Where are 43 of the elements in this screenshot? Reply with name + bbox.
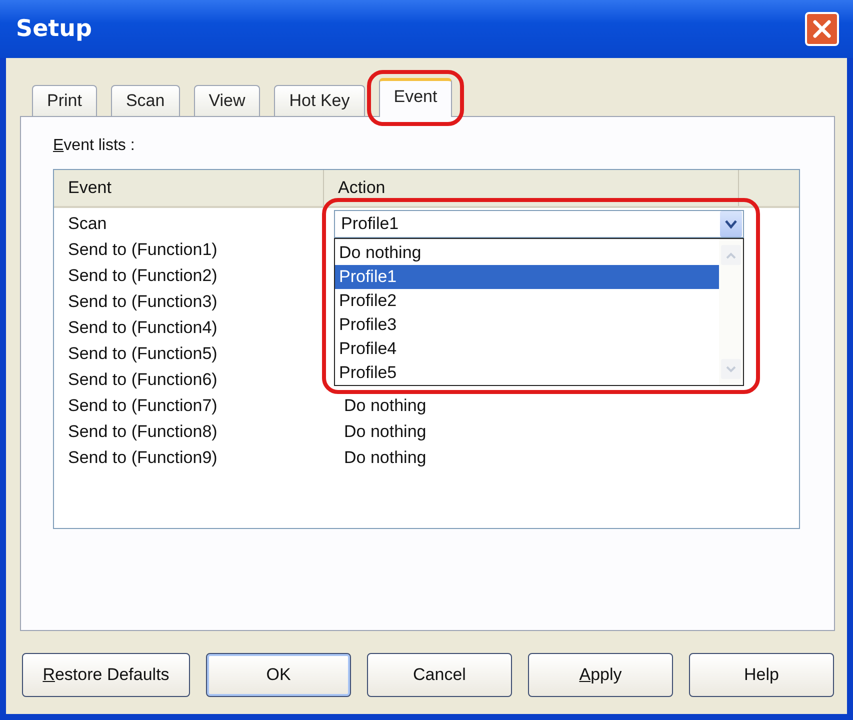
chevron-up-icon [726, 252, 736, 258]
dropdown-option[interactable]: Do nothing [335, 241, 719, 265]
table-cell-text: Send to (Function1) [67, 239, 218, 261]
table-cell-text: Scan [67, 213, 108, 235]
tab[interactable]: Print [32, 85, 97, 116]
dialog-button[interactable]: Restore Defaults [22, 653, 190, 697]
tab[interactable]: Scan [110, 85, 180, 116]
close-icon [811, 18, 833, 40]
table-cell-text: Do nothing [343, 395, 426, 417]
dropdown-option[interactable]: Profile5 [335, 361, 719, 385]
dialog-button[interactable]: OK [206, 653, 351, 697]
action-dropdown[interactable]: Profile1 [334, 210, 744, 238]
group-label: Event lists : [53, 137, 135, 155]
table-cell-text: Do nothing [343, 447, 426, 469]
dialog-button[interactable]: Cancel [367, 653, 512, 697]
close-button[interactable] [805, 12, 839, 46]
window-title: Setup [16, 16, 92, 42]
column-header[interactable]: Event [54, 170, 324, 206]
chevron-down-icon [726, 366, 736, 372]
chevron-icon [725, 220, 737, 228]
scroll-up-button[interactable] [721, 245, 741, 265]
table-cell-text: Send to (Function8) [67, 421, 218, 443]
scrollbar[interactable] [719, 239, 743, 385]
dropdown-option[interactable]: Profile3 [335, 313, 719, 337]
table-cell-text: Send to (Function3) [67, 291, 218, 313]
table-cell-text: Send to (Function9) [67, 447, 218, 469]
tab[interactable]: Event [378, 78, 452, 117]
tab[interactable]: View [194, 85, 260, 116]
table-cell-text: Send to (Function7) [67, 395, 218, 417]
table-cell-text: Send to (Function4) [67, 317, 218, 339]
dropdown-option[interactable]: Profile1 [335, 265, 719, 289]
dropdown-button[interactable] [720, 211, 742, 237]
scroll-down-button[interactable] [721, 359, 741, 379]
dialog-button[interactable]: Help [689, 653, 834, 697]
column-header[interactable]: Action [324, 170, 739, 206]
dropdown-option[interactable]: Profile4 [335, 337, 719, 361]
table-cell-text: Send to (Function6) [67, 369, 218, 391]
table-cell-text: Send to (Function2) [67, 265, 218, 287]
dropdown-option[interactable]: Profile2 [335, 289, 719, 313]
tab[interactable]: Hot Key [274, 85, 365, 116]
table-cell-text: Do nothing [343, 421, 426, 443]
table-cell-text: Send to (Function5) [67, 343, 218, 365]
dialog-button[interactable]: Apply [528, 653, 673, 697]
